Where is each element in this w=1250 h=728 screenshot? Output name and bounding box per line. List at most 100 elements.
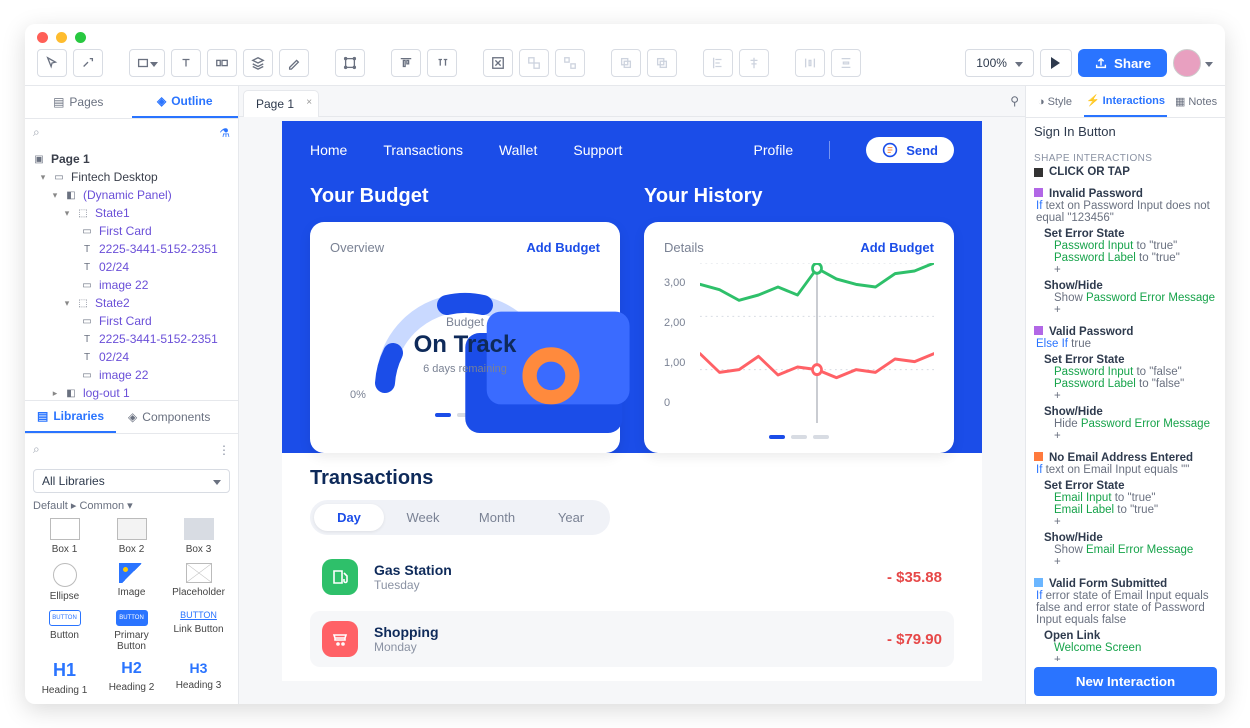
shape-ellipse[interactable]: Ellipse	[33, 563, 96, 602]
seg-week[interactable]: Week	[388, 504, 458, 531]
canvas[interactable]: Home Transactions Wallet Support Profile…	[239, 117, 1025, 704]
outline-image-2[interactable]: ▭image 22	[25, 366, 238, 384]
chevron-down-icon[interactable]	[1205, 56, 1213, 70]
outline-first-card-2[interactable]: ▭First Card	[25, 312, 238, 330]
shape-h2[interactable]: H2Heading 2	[100, 660, 163, 696]
send-back-button[interactable]	[611, 49, 641, 77]
ungroup-button[interactable]	[555, 49, 585, 77]
pen-tool-button[interactable]	[279, 49, 309, 77]
outline-dynamic-panel[interactable]: ▾◧(Dynamic Panel)	[25, 186, 238, 204]
outline-image-1[interactable]: ▭image 22	[25, 276, 238, 294]
seg-day[interactable]: Day	[314, 504, 384, 531]
search-icon[interactable]: ⌕	[33, 442, 40, 457]
shape-placeholder[interactable]: Placeholder	[167, 563, 230, 602]
add-action-button[interactable]: +	[1054, 264, 1217, 276]
outline-page[interactable]: ▣Page 1	[25, 150, 238, 168]
transaction-row[interactable]: ShoppingMonday - $79.90	[310, 611, 954, 667]
bring-front-button[interactable]	[647, 49, 677, 77]
minimize-window-icon[interactable]	[56, 32, 67, 43]
align-left-button[interactable]	[703, 49, 733, 77]
outline-logout[interactable]: ▸◧log-out 1	[25, 384, 238, 400]
case-header[interactable]: Invalid Password	[1034, 184, 1217, 200]
maximize-window-icon[interactable]	[75, 32, 86, 43]
fintech-artboard[interactable]: Home Transactions Wallet Support Profile…	[282, 121, 982, 681]
libraries-tab[interactable]: ▤ Libraries	[25, 401, 116, 433]
new-interaction-button[interactable]: New Interaction	[1034, 667, 1217, 696]
align-top-button[interactable]	[391, 49, 421, 77]
add-budget-button[interactable]: Add Budget	[526, 240, 600, 255]
add-budget-button-2[interactable]: Add Budget	[860, 240, 934, 255]
seg-month[interactable]: Month	[462, 504, 532, 531]
preview-button[interactable]	[1040, 49, 1072, 77]
align-center-button[interactable]	[739, 49, 769, 77]
shape-box1[interactable]: Box 1	[33, 518, 96, 555]
history-card[interactable]: Details Add Budget 3,00 2,00 1,00 0	[644, 222, 954, 453]
transaction-row[interactable]: Gas StationTuesday - $35.88	[310, 549, 954, 605]
distribute-h-button[interactable]	[795, 49, 825, 77]
interactions-tab[interactable]: ⚡ Interactions	[1084, 86, 1167, 117]
outline-first-card-1[interactable]: ▭First Card	[25, 222, 238, 240]
dot[interactable]	[813, 435, 829, 439]
outline-state2[interactable]: ▾⬚State2	[25, 294, 238, 312]
action-line[interactable]: Password Label to "false"	[1054, 378, 1217, 390]
shape-h1[interactable]: H1Heading 1	[33, 660, 96, 696]
group-button[interactable]	[519, 49, 549, 77]
share-button[interactable]: Share	[1078, 49, 1167, 77]
event-click-or-tap[interactable]: CLICK OR TAP	[1034, 166, 1217, 178]
library-select[interactable]: All Libraries	[33, 469, 230, 493]
pointer-tool-button[interactable]	[37, 49, 67, 77]
form-tool-button[interactable]	[207, 49, 237, 77]
seg-year[interactable]: Year	[536, 504, 606, 531]
shape-box3[interactable]: Box 3	[167, 518, 230, 555]
dot[interactable]	[769, 435, 785, 439]
snap-icon[interactable]: ⚲	[1004, 90, 1025, 112]
nav-wallet[interactable]: Wallet	[499, 142, 537, 158]
shape-image[interactable]: Image	[100, 563, 163, 602]
components-tab[interactable]: ◈ Components	[116, 401, 222, 433]
nav-support[interactable]: Support	[573, 142, 622, 158]
pages-tab[interactable]: ▤ Pages	[25, 86, 132, 118]
add-action-button[interactable]: +	[1054, 516, 1217, 528]
library-category[interactable]: Default ▸ Common ▾	[33, 499, 230, 512]
action-line[interactable]: Show Password Error Message	[1054, 292, 1217, 304]
dot[interactable]	[791, 435, 807, 439]
action-line[interactable]: Password Label to "true"	[1054, 252, 1217, 264]
add-action-button[interactable]: +	[1054, 654, 1217, 661]
add-action-button[interactable]: +	[1054, 390, 1217, 402]
case-header[interactable]: Valid Form Submitted	[1034, 574, 1217, 590]
add-action-button[interactable]: +	[1054, 304, 1217, 316]
nav-home[interactable]: Home	[310, 142, 347, 158]
frame-button[interactable]	[483, 49, 513, 77]
action-line[interactable]: Hide Password Error Message	[1054, 418, 1217, 430]
shape-h3[interactable]: H3Heading 3	[167, 660, 230, 696]
outline-date-1[interactable]: T02/24	[25, 258, 238, 276]
action-line[interactable]: Password Input to "false"	[1054, 366, 1217, 378]
nav-profile[interactable]: Profile	[754, 142, 794, 158]
rectangle-tool-button[interactable]	[129, 49, 165, 77]
style-tab[interactable]: ◑ Style	[1026, 86, 1084, 117]
outline-ccnum-2[interactable]: T2225-3441-5152-2351	[25, 330, 238, 348]
outline-ccnum-1[interactable]: T2225-3441-5152-2351	[25, 240, 238, 258]
bounding-points-button[interactable]	[335, 49, 365, 77]
outline-state1[interactable]: ▾⬚State1	[25, 204, 238, 222]
add-action-button[interactable]: +	[1054, 556, 1217, 568]
action-line[interactable]: Password Input to "true"	[1054, 240, 1217, 252]
notes-tab[interactable]: ▦ Notes	[1167, 86, 1225, 117]
layers-tool-button[interactable]	[243, 49, 273, 77]
outline-date-2[interactable]: T02/24	[25, 348, 238, 366]
action-line[interactable]: Email Label to "true"	[1054, 504, 1217, 516]
interactions-scroll[interactable]: SHAPE INTERACTIONS CLICK OR TAP Invalid …	[1026, 141, 1225, 661]
zoom-select[interactable]: 100%	[965, 49, 1034, 77]
text-style-button[interactable]	[427, 49, 457, 77]
shape-box2[interactable]: Box 2	[100, 518, 163, 555]
more-icon[interactable]: ⋮	[218, 443, 230, 457]
canvas-page-tab[interactable]: Page 1×	[243, 90, 319, 117]
budget-card[interactable]: Overview Add Budget	[310, 222, 620, 453]
shape-primary-button[interactable]: BUTTONPrimary Button	[100, 610, 163, 652]
action-line[interactable]: Welcome Screen	[1054, 642, 1217, 654]
outline-folder[interactable]: ▾▭Fintech Desktop	[25, 168, 238, 186]
search-icon[interactable]: ⌕	[33, 125, 40, 140]
action-line[interactable]: Show Email Error Message	[1054, 544, 1217, 556]
close-window-icon[interactable]	[37, 32, 48, 43]
distribute-v-button[interactable]	[831, 49, 861, 77]
